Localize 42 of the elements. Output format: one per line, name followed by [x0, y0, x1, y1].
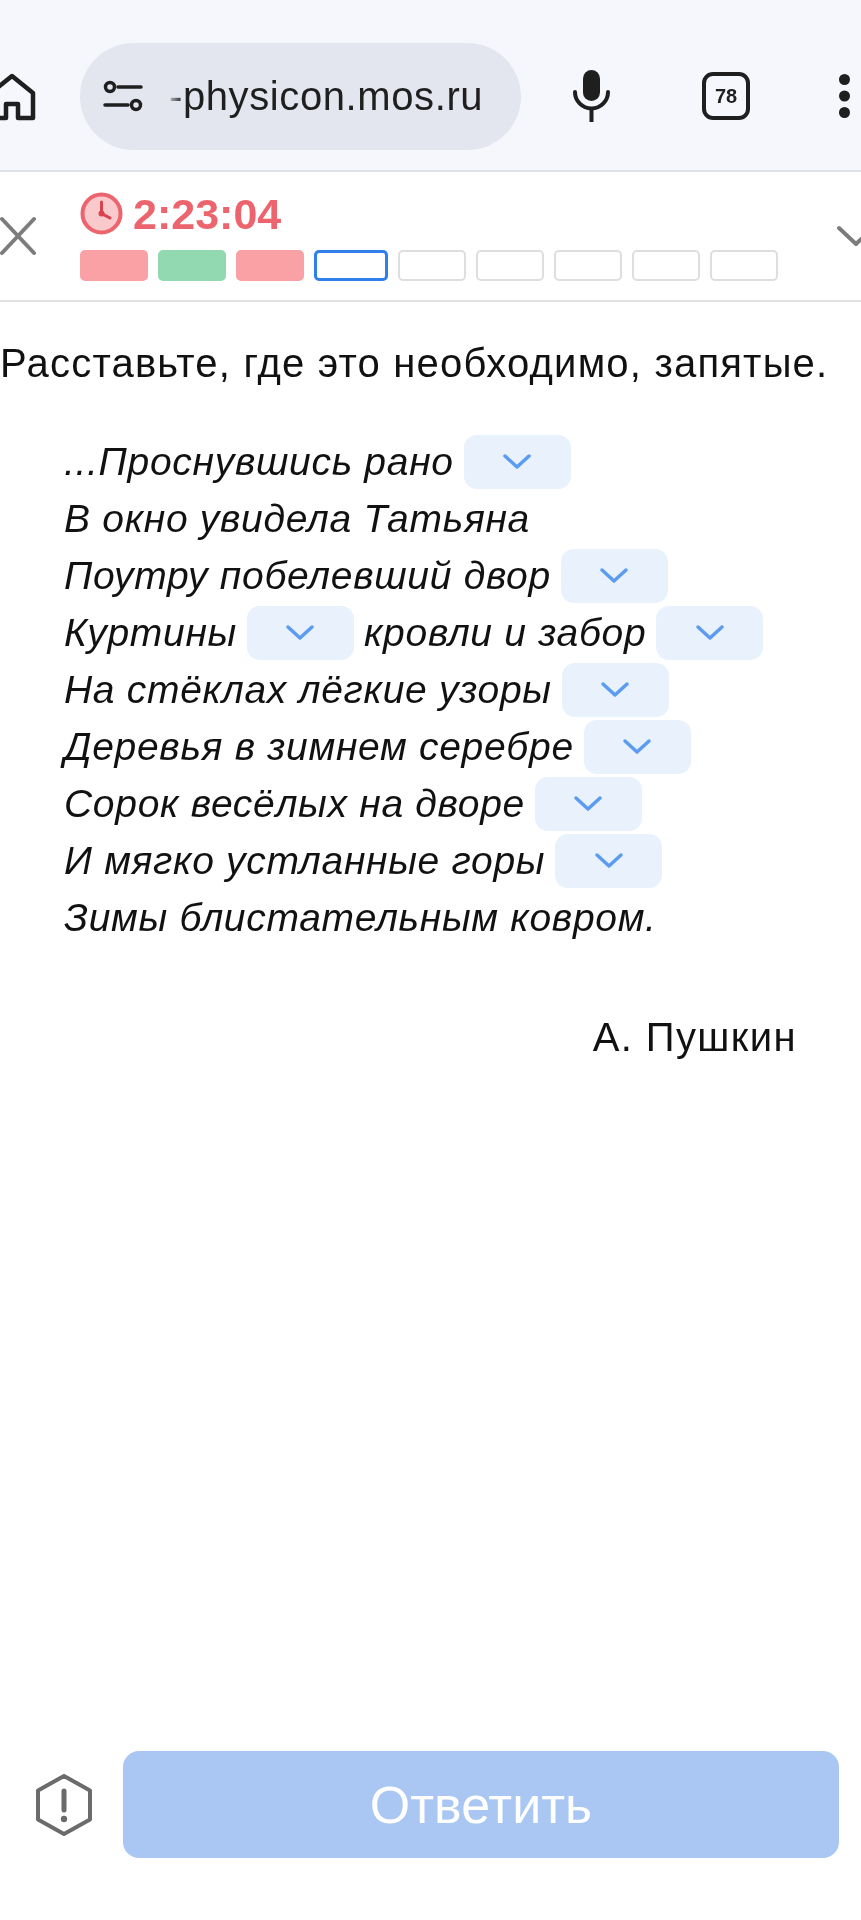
comma-dropdown[interactable]	[583, 719, 691, 774]
more-options-icon[interactable]	[838, 73, 851, 119]
question-indicator[interactable]	[236, 249, 304, 281]
chevron-down-icon	[622, 738, 653, 755]
comma-dropdown[interactable]	[561, 662, 669, 717]
poem-line-text: Сорок весёлых на дворе	[64, 781, 525, 826]
tab-count-button[interactable]: 78	[702, 72, 750, 120]
address-bar[interactable]: -physicon.mos.ru	[80, 42, 521, 150]
question-indicator[interactable]	[158, 249, 226, 281]
chevron-down-icon[interactable]	[836, 224, 861, 248]
close-icon[interactable]	[0, 216, 36, 256]
chevron-down-icon	[599, 567, 630, 584]
poem-line-text: И мягко устланные горы	[64, 838, 546, 883]
timer-text: 2:23:04	[133, 191, 282, 236]
microphone-icon[interactable]	[572, 70, 611, 122]
tune-icon[interactable]	[103, 80, 143, 112]
comma-dropdown[interactable]	[247, 605, 354, 660]
home-icon[interactable]	[0, 71, 37, 121]
chevron-down-icon	[285, 624, 316, 641]
chevron-down-icon	[593, 852, 624, 869]
warning-icon[interactable]	[34, 1772, 94, 1837]
question-indicator[interactable]	[314, 249, 388, 281]
poem-line-text: ...Проснувшись рано	[64, 439, 454, 484]
comma-dropdown[interactable]	[560, 548, 668, 603]
chevron-down-icon	[600, 681, 631, 698]
chevron-down-icon	[573, 795, 604, 812]
question-indicator[interactable]	[80, 249, 148, 281]
chevron-down-icon	[694, 624, 725, 641]
poem-line-text: кровли и забор	[364, 610, 647, 655]
poem-line-text: В окно увидела Татьяна	[64, 496, 530, 541]
clock-icon	[80, 192, 123, 235]
comma-dropdown[interactable]	[656, 605, 764, 660]
comma-dropdown[interactable]	[534, 776, 642, 831]
author-text: А. Пушкин	[592, 1015, 797, 1059]
poem-line-text: Зимы блистательным ковром.	[64, 895, 657, 940]
poem-line-text: Куртины	[64, 610, 237, 655]
poem-line-text: На стёклах лёгкие узоры	[64, 667, 552, 712]
comma-dropdown[interactable]	[555, 833, 663, 888]
poem-line-text: Поутру побелевший двор	[64, 553, 551, 598]
chevron-down-icon	[502, 453, 533, 470]
instruction-text: Расставьте, где это необходимо, запятые.	[0, 341, 830, 385]
comma-dropdown[interactable]	[463, 434, 571, 489]
